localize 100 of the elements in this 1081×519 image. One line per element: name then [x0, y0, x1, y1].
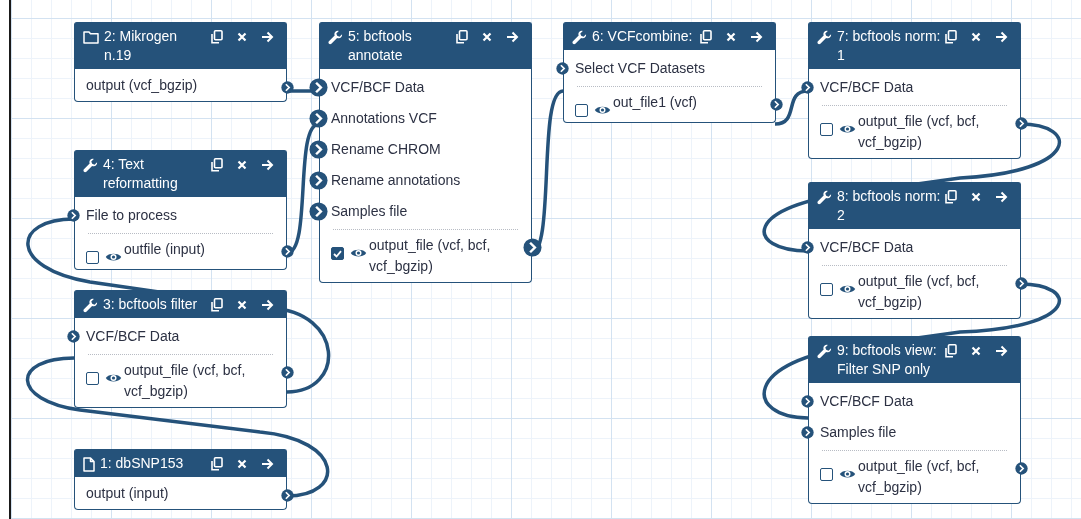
output-label: output_file (vcf, bcf, vcf_bgzip) [369, 236, 492, 276]
output-label: output (input) [86, 484, 169, 503]
copy-icon[interactable] [211, 456, 223, 471]
copy-icon[interactable] [211, 157, 223, 172]
output-label: output_file (vcf, bcf, vcf_bgzip) [124, 361, 247, 401]
checkbox[interactable] [820, 283, 833, 296]
wrench-icon [328, 30, 343, 45]
checkbox[interactable] [820, 123, 833, 136]
output-connector[interactable] [1015, 117, 1028, 130]
input-connector[interactable] [309, 202, 328, 221]
close-icon[interactable] [237, 458, 247, 469]
checkbox[interactable] [820, 468, 833, 481]
checkbox[interactable] [86, 251, 99, 264]
copy-icon[interactable] [945, 29, 957, 44]
node-title: 1: dbSNP153 [100, 454, 185, 473]
close-icon[interactable] [237, 159, 247, 170]
close-icon[interactable] [237, 31, 247, 42]
wrench-icon [817, 190, 832, 205]
arrow-right-icon[interactable] [261, 158, 274, 171]
eye-icon[interactable] [105, 251, 122, 263]
node-title: 8: bcftools norm: 2 [837, 187, 941, 225]
arrow-right-icon[interactable] [261, 457, 274, 470]
wrench-icon [572, 30, 587, 45]
checkbox[interactable] [331, 247, 344, 260]
wrench-icon [83, 158, 98, 173]
output-label: output_file (vcf, bcf, vcf_bgzip) [858, 112, 981, 152]
arrow-right-icon[interactable] [995, 344, 1008, 357]
output-connector[interactable] [1015, 462, 1028, 475]
output-connector[interactable] [281, 81, 294, 94]
output-connector[interactable] [523, 238, 542, 257]
input-connector[interactable] [801, 426, 814, 439]
copy-icon[interactable] [700, 29, 712, 44]
eye-icon[interactable] [594, 104, 611, 116]
copy-icon[interactable] [945, 343, 957, 358]
input-label: Rename annotations [331, 171, 461, 190]
node-body[interactable] [74, 69, 287, 102]
node-title: 6: VCFcombine: [592, 27, 694, 46]
eye-icon[interactable] [839, 123, 856, 135]
input-connector[interactable] [801, 81, 814, 94]
node-body[interactable] [319, 69, 532, 283]
node-body[interactable] [74, 197, 287, 270]
output-connector[interactable] [770, 98, 783, 111]
close-icon[interactable] [971, 191, 981, 202]
eye-icon[interactable] [839, 283, 856, 295]
arrow-right-icon[interactable] [261, 298, 274, 311]
checkbox[interactable] [575, 104, 588, 117]
close-icon[interactable] [971, 31, 981, 42]
arrow-right-icon[interactable] [506, 30, 519, 43]
output-label: output_file (vcf, bcf, vcf_bgzip) [858, 457, 981, 497]
input-label: VCF/BCF Data [86, 327, 180, 346]
eye-icon[interactable] [105, 372, 122, 384]
input-label: VCF/BCF Data [820, 78, 914, 97]
node-body[interactable] [808, 69, 1021, 159]
eye-icon[interactable] [839, 468, 856, 480]
input-connector[interactable] [67, 330, 80, 343]
copy-icon[interactable] [945, 189, 957, 204]
output-connector[interactable] [281, 245, 294, 258]
wrench-icon [817, 30, 832, 45]
close-icon[interactable] [726, 31, 736, 42]
node-body[interactable] [808, 229, 1021, 319]
node-body[interactable] [74, 477, 287, 510]
file-icon [83, 457, 95, 472]
input-connector[interactable] [309, 171, 328, 190]
node-title: 5: bcftools annotate [348, 27, 413, 65]
node-body[interactable] [563, 50, 776, 123]
output-label: output_file (vcf, bcf, vcf_bgzip) [858, 272, 981, 312]
node-body[interactable] [74, 318, 287, 408]
copy-icon[interactable] [211, 29, 223, 44]
output-connector[interactable] [1015, 277, 1028, 290]
input-label: Select VCF Datasets [575, 59, 705, 78]
input-label: VCF/BCF Data [820, 392, 914, 411]
arrow-right-icon[interactable] [995, 30, 1008, 43]
input-connector[interactable] [801, 395, 814, 408]
checkbox[interactable] [86, 372, 99, 385]
input-label: VCF/BCF Data [331, 78, 425, 97]
input-connector[interactable] [309, 140, 328, 159]
eye-icon[interactable] [350, 247, 367, 259]
output-label: output (vcf_bgzip) [86, 76, 198, 95]
input-connector[interactable] [309, 78, 328, 97]
node-title: 3: bcftools filter [103, 295, 199, 314]
wrench-icon [83, 298, 98, 313]
close-icon[interactable] [971, 345, 981, 356]
input-connector[interactable] [801, 241, 814, 254]
copy-icon[interactable] [456, 29, 468, 44]
arrow-right-icon[interactable] [750, 30, 763, 43]
input-label: Rename CHROM [331, 140, 441, 159]
wrench-icon [817, 344, 832, 359]
node-title: 9: bcftools view: Filter SNP only [837, 341, 938, 379]
copy-icon[interactable] [211, 297, 223, 312]
close-icon[interactable] [482, 31, 492, 42]
arrow-right-icon[interactable] [995, 190, 1008, 203]
close-icon[interactable] [237, 299, 247, 310]
input-connector[interactable] [67, 209, 80, 222]
node-body[interactable] [808, 383, 1021, 504]
input-connector[interactable] [556, 62, 569, 75]
input-connector[interactable] [309, 109, 328, 128]
arrow-right-icon[interactable] [261, 30, 274, 43]
output-connector[interactable] [281, 366, 294, 379]
output-connector[interactable] [281, 489, 294, 502]
output-label: outfile (input) [124, 240, 205, 259]
